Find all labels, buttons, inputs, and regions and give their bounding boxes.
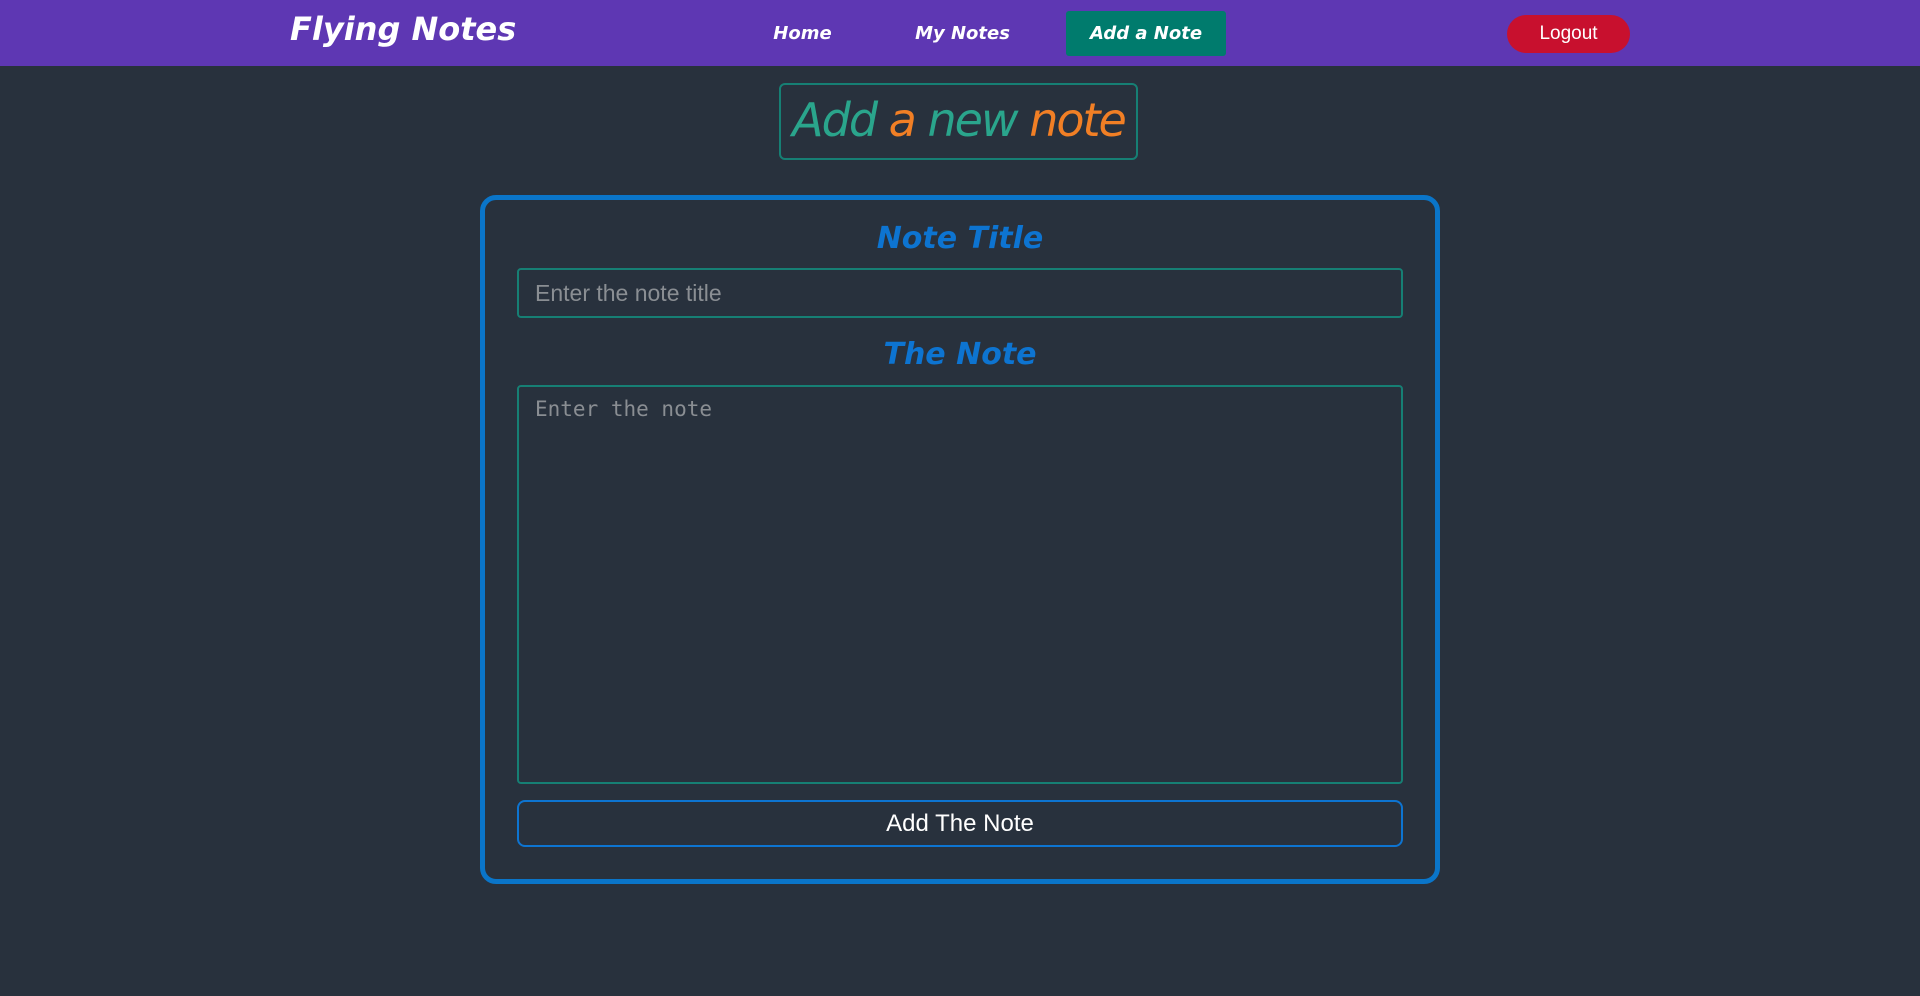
nav-link-my-notes[interactable]: My Notes <box>910 11 1015 56</box>
nav-link-add-a-note[interactable]: Add a Note <box>1066 11 1226 56</box>
note-body-textarea[interactable] <box>517 385 1403 784</box>
navbar: Flying Notes Home My Notes Add a Note Lo… <box>0 0 1920 66</box>
note-title-label: Note Title <box>876 221 1044 256</box>
heading-word-a: a <box>888 93 917 147</box>
brand-logo[interactable]: Flying Notes <box>290 10 516 48</box>
heading-word-note: note <box>1029 93 1127 147</box>
nav-link-home[interactable]: Home <box>765 11 840 56</box>
note-body-label: The Note <box>883 337 1037 372</box>
page-heading: Add a new note <box>779 83 1138 160</box>
logout-button[interactable]: Logout <box>1507 15 1630 53</box>
heading-word-add: Add <box>792 93 878 147</box>
add-note-form: Note Title The Note Add The Note <box>480 195 1440 884</box>
add-note-button[interactable]: Add The Note <box>517 800 1403 847</box>
heading-word-new: new <box>927 93 1018 147</box>
note-title-input[interactable] <box>517 268 1403 318</box>
